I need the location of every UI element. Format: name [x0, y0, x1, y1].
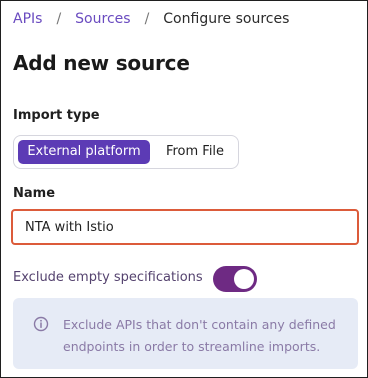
breadcrumb-separator: / [56, 11, 62, 27]
name-label: Name [13, 186, 56, 201]
import-type-label: Import type [13, 108, 100, 123]
info-icon [33, 316, 49, 332]
toggle-knob [234, 269, 254, 289]
breadcrumb-link-sources[interactable]: Sources [75, 11, 130, 27]
exclude-empty-specifications-label: Exclude empty specifications [13, 270, 203, 285]
page-title: Add new source [13, 51, 190, 75]
breadcrumb: APIs / Sources / Configure sources [13, 11, 289, 27]
import-type-from-file-option[interactable]: From File [154, 140, 236, 164]
info-callout: Exclude APIs that don't contain any defi… [13, 298, 358, 369]
exclude-empty-specifications-toggle[interactable] [213, 266, 257, 292]
name-input[interactable] [11, 209, 359, 245]
breadcrumb-separator: / [144, 11, 150, 27]
breadcrumb-current: Configure sources [163, 11, 290, 27]
configure-source-panel: APIs / Sources / Configure sources Add n… [0, 0, 368, 378]
info-text: Exclude APIs that don't contain any defi… [63, 317, 336, 354]
import-type-external-platform-option[interactable]: External platform [18, 140, 150, 164]
import-type-selector: External platform From File [13, 135, 239, 169]
breadcrumb-link-apis[interactable]: APIs [13, 11, 42, 27]
